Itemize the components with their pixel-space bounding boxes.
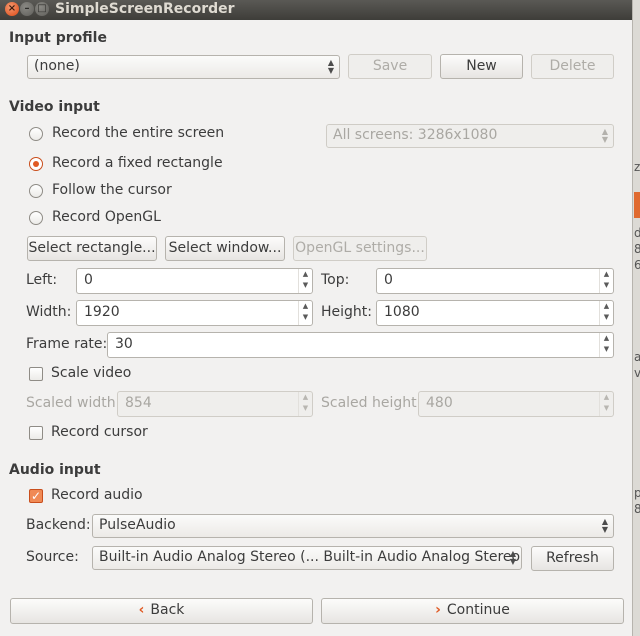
backend-label: Backend:: [26, 517, 91, 533]
background-text-fragment: 6: [634, 258, 640, 272]
width-label: Width:: [26, 304, 72, 320]
scaled-width-label: Scaled width:: [26, 395, 121, 411]
background-window-edge: zo d- 8 6 ar v p 8: [632, 0, 640, 636]
maximize-window-button[interactable]: □: [35, 2, 49, 16]
radio-record-opengl-label: Record OpenGL: [52, 209, 161, 225]
height-label: Height:: [321, 304, 372, 320]
source-value: Built-in Audio Analog Stereo (... Built-…: [99, 549, 522, 565]
source-select[interactable]: Built-in Audio Analog Stereo (... Built-…: [92, 546, 522, 570]
scale-video-label: Scale video: [51, 365, 132, 381]
width-value: 1920: [84, 304, 120, 320]
height-spinbox[interactable]: 1080 ▲ ▼: [376, 300, 614, 326]
refresh-button[interactable]: Refresh: [531, 546, 614, 571]
scaled-width-spinbox[interactable]: 854 ▲ ▼: [117, 391, 313, 417]
spin-arrows-icon[interactable]: ▲ ▼: [298, 269, 312, 293]
scaled-height-label: Scaled height:: [321, 395, 422, 411]
minimize-window-button[interactable]: –: [20, 2, 34, 16]
radio-follow-cursor[interactable]: [29, 184, 43, 198]
combo-arrows-icon: ▲ ▼: [601, 517, 608, 534]
backend-select[interactable]: PulseAudio ▲ ▼: [92, 514, 614, 538]
source-label: Source:: [26, 549, 79, 565]
scaled-height-value: 480: [426, 395, 453, 411]
background-text-fragment: d-: [634, 226, 640, 240]
title-bar: × – □ SimpleScreenRecorder: [0, 0, 632, 20]
frame-rate-label: Frame rate:: [26, 336, 108, 352]
width-spinbox[interactable]: 1920 ▲ ▼: [76, 300, 313, 326]
left-value: 0: [84, 272, 93, 288]
height-value: 1080: [384, 304, 420, 320]
spin-arrows-icon[interactable]: ▲ ▼: [599, 269, 613, 293]
back-chevron-icon: ‹: [138, 602, 145, 618]
window-title: SimpleScreenRecorder: [55, 1, 235, 17]
screens-select-value: All screens: 3286x1080: [333, 127, 498, 143]
record-audio-label: Record audio: [51, 487, 143, 503]
continue-button[interactable]: › Continue: [321, 598, 624, 624]
radio-record-opengl[interactable]: [29, 211, 43, 225]
background-text-fragment: 8: [634, 242, 640, 256]
radio-fixed-rectangle-label: Record a fixed rectangle: [52, 155, 223, 171]
spin-arrows-icon[interactable]: ▲ ▼: [599, 333, 613, 357]
input-profile-heading: Input profile: [9, 30, 107, 46]
checkmark-icon: ✓: [30, 489, 42, 503]
left-label: Left:: [26, 272, 58, 288]
record-audio-checkbox[interactable]: ✓: [29, 489, 43, 503]
background-text-fragment: zo: [634, 160, 640, 174]
maximize-icon: □: [37, 3, 47, 14]
radio-follow-cursor-label: Follow the cursor: [52, 182, 172, 198]
input-profile-select[interactable]: (none) ▲ ▼: [27, 55, 340, 79]
left-spinbox[interactable]: 0 ▲ ▼: [76, 268, 313, 294]
audio-input-heading: Audio input: [9, 462, 101, 478]
scale-video-checkbox[interactable]: [29, 367, 43, 381]
scaled-height-spinbox[interactable]: 480 ▲ ▼: [418, 391, 614, 417]
scaled-width-value: 854: [125, 395, 152, 411]
delete-profile-button[interactable]: Delete: [531, 54, 614, 79]
radio-entire-screen-label: Record the entire screen: [52, 125, 225, 141]
close-icon: ×: [7, 3, 17, 14]
combo-arrows-icon: ▲ ▼: [601, 127, 608, 144]
combo-arrows-icon: ▲ ▼: [327, 58, 334, 75]
minimize-icon: –: [24, 3, 30, 14]
screens-select[interactable]: All screens: 3286x1080 ▲ ▼: [326, 124, 614, 148]
radio-fixed-rectangle[interactable]: [29, 157, 43, 171]
radio-entire-screen[interactable]: [29, 127, 43, 141]
background-orange-block: [634, 192, 640, 218]
frame-rate-value: 30: [115, 336, 133, 352]
background-text-fragment: ar: [634, 350, 640, 364]
record-cursor-label: Record cursor: [51, 424, 148, 440]
top-spinbox[interactable]: 0 ▲ ▼: [376, 268, 614, 294]
input-profile-value: (none): [34, 58, 80, 74]
background-text-fragment: 8: [634, 502, 640, 516]
video-input-heading: Video input: [9, 99, 100, 115]
background-text-fragment: v: [634, 366, 640, 380]
spin-arrows-icon[interactable]: ▲ ▼: [599, 392, 613, 416]
top-label: Top:: [321, 272, 350, 288]
back-button[interactable]: ‹ Back: [10, 598, 313, 624]
spin-arrows-icon[interactable]: ▲ ▼: [599, 301, 613, 325]
frame-rate-spinbox[interactable]: 30 ▲ ▼: [107, 332, 614, 358]
backend-value: PulseAudio: [99, 517, 176, 533]
save-profile-button[interactable]: Save: [348, 54, 432, 79]
select-window-button[interactable]: Select window...: [165, 236, 285, 261]
spin-arrows-icon[interactable]: ▲ ▼: [298, 392, 312, 416]
back-button-label: Back: [150, 602, 185, 618]
top-value: 0: [384, 272, 393, 288]
opengl-settings-button[interactable]: OpenGL settings...: [293, 236, 427, 261]
record-cursor-checkbox[interactable]: [29, 426, 43, 440]
spin-arrows-icon[interactable]: ▲ ▼: [298, 301, 312, 325]
background-text-fragment: p: [634, 486, 640, 500]
new-profile-button[interactable]: New: [440, 54, 523, 79]
continue-chevron-icon: ›: [435, 602, 441, 618]
combo-arrows-icon: ▲ ▼: [509, 549, 516, 566]
close-window-button[interactable]: ×: [5, 2, 19, 16]
continue-button-label: Continue: [446, 602, 510, 618]
select-rectangle-button[interactable]: Select rectangle...: [27, 236, 157, 261]
